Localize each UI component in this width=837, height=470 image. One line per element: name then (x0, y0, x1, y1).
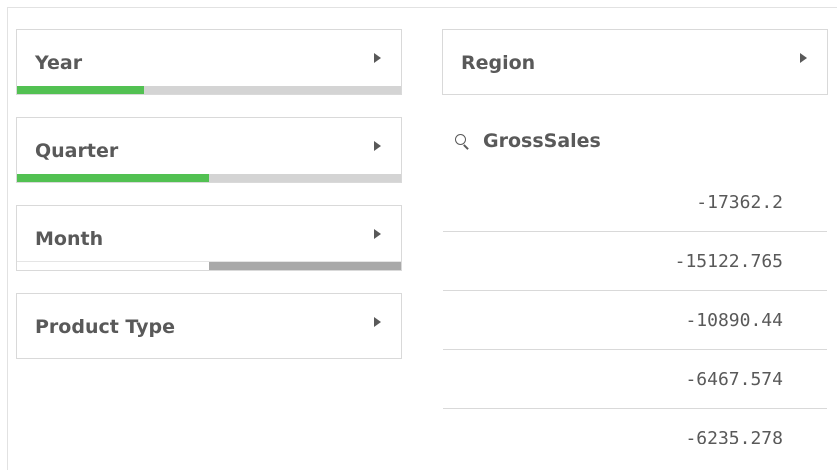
expand-arrow-icon[interactable] (800, 53, 807, 63)
expand-arrow-icon[interactable] (374, 141, 381, 151)
gross-sales-header[interactable]: GrossSales (455, 130, 601, 152)
filter-title-month: Month (35, 228, 104, 250)
list-item-value: -6235.278 (685, 428, 783, 444)
bar-segment (143, 86, 401, 94)
bar-segment (209, 262, 401, 270)
expand-arrow-icon[interactable] (374, 229, 381, 239)
search-icon[interactable] (455, 134, 469, 150)
list-item[interactable]: -15122.765 (443, 232, 827, 291)
list-item-value: -15122.765 (674, 251, 783, 272)
list-item[interactable]: -10890.44 (443, 291, 827, 350)
app-canvas: Year Quarter Month Product Type Region G… (0, 0, 837, 470)
filter-pane-year[interactable]: Year (16, 29, 402, 95)
filter-title-year: Year (35, 52, 83, 74)
gross-sales-rows: -17362.2 -15122.765 -10890.44 -6467.574 … (443, 173, 827, 444)
expand-arrow-icon[interactable] (374, 317, 381, 327)
filter-title-quarter: Quarter (35, 140, 119, 162)
bar-segment (17, 262, 209, 270)
filter-pane-product-type[interactable]: Product Type (16, 293, 402, 359)
filter-title-region: Region (461, 52, 536, 74)
bar-segment (17, 174, 209, 182)
gross-sales-listbox: GrossSales -17362.2 -15122.765 -10890.44… (443, 118, 827, 444)
selection-bar-quarter (17, 174, 401, 182)
list-item[interactable]: -6235.278 (443, 409, 827, 444)
selection-bar-month (17, 261, 401, 270)
bar-segment (17, 86, 144, 94)
filter-pane-month[interactable]: Month (16, 205, 402, 271)
filter-pane-quarter[interactable]: Quarter (16, 117, 402, 183)
gross-sales-title: GrossSales (483, 130, 601, 152)
list-item[interactable]: -17362.2 (443, 173, 827, 232)
filter-title-product-type: Product Type (35, 316, 176, 338)
list-item-value: -6467.574 (685, 369, 783, 390)
list-item-value: -10890.44 (685, 310, 783, 331)
list-item-value: -17362.2 (696, 192, 783, 213)
expand-arrow-icon[interactable] (374, 53, 381, 63)
filter-pane-region[interactable]: Region (442, 29, 828, 95)
bar-segment (209, 174, 401, 182)
list-item[interactable]: -6467.574 (443, 350, 827, 409)
selection-bar-year (17, 86, 401, 94)
